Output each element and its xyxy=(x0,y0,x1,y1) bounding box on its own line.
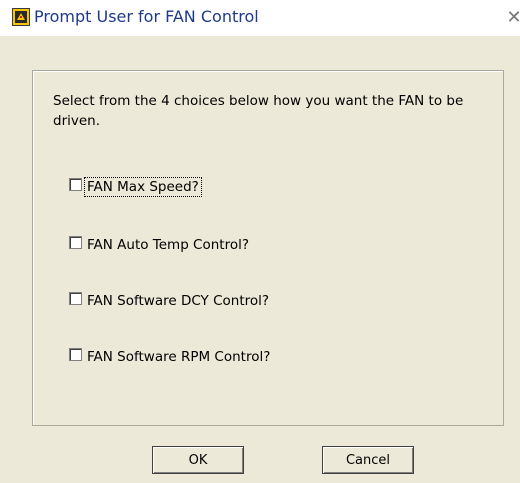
labview-app-icon xyxy=(12,8,30,26)
checkbox-fan-auto-temp[interactable] xyxy=(69,235,82,249)
choices-panel: Select from the 4 choices below how you … xyxy=(32,70,504,426)
choice-fan-software-dcy[interactable]: FAN Software DCY Control? xyxy=(69,291,271,311)
choice-fan-software-rpm[interactable]: FAN Software RPM Control? xyxy=(69,347,272,367)
close-icon[interactable]: ✕ xyxy=(506,9,520,27)
dialog-client-area: Select from the 4 choices below how you … xyxy=(0,36,520,483)
title-bar: Prompt User for FAN Control ✕ xyxy=(0,0,520,36)
choice-label: FAN Auto Temp Control? xyxy=(87,237,250,253)
checkbox-fan-software-rpm[interactable] xyxy=(69,347,82,361)
choice-label: FAN Software DCY Control? xyxy=(87,293,270,309)
choice-label: FAN Software RPM Control? xyxy=(87,349,271,365)
ok-button[interactable]: OK xyxy=(152,446,244,474)
instructions-text: Select from the 4 choices below how you … xyxy=(53,93,464,129)
choice-fan-max-speed[interactable]: FAN Max Speed? xyxy=(69,177,202,197)
window-title: Prompt User for FAN Control xyxy=(34,7,259,26)
checkbox-fan-max-speed[interactable] xyxy=(69,177,82,191)
choice-fan-auto-temp[interactable]: FAN Auto Temp Control? xyxy=(69,235,251,255)
cancel-button[interactable]: Cancel xyxy=(322,446,414,474)
choice-label: FAN Max Speed? xyxy=(84,177,202,197)
checkbox-fan-software-dcy[interactable] xyxy=(69,291,82,305)
